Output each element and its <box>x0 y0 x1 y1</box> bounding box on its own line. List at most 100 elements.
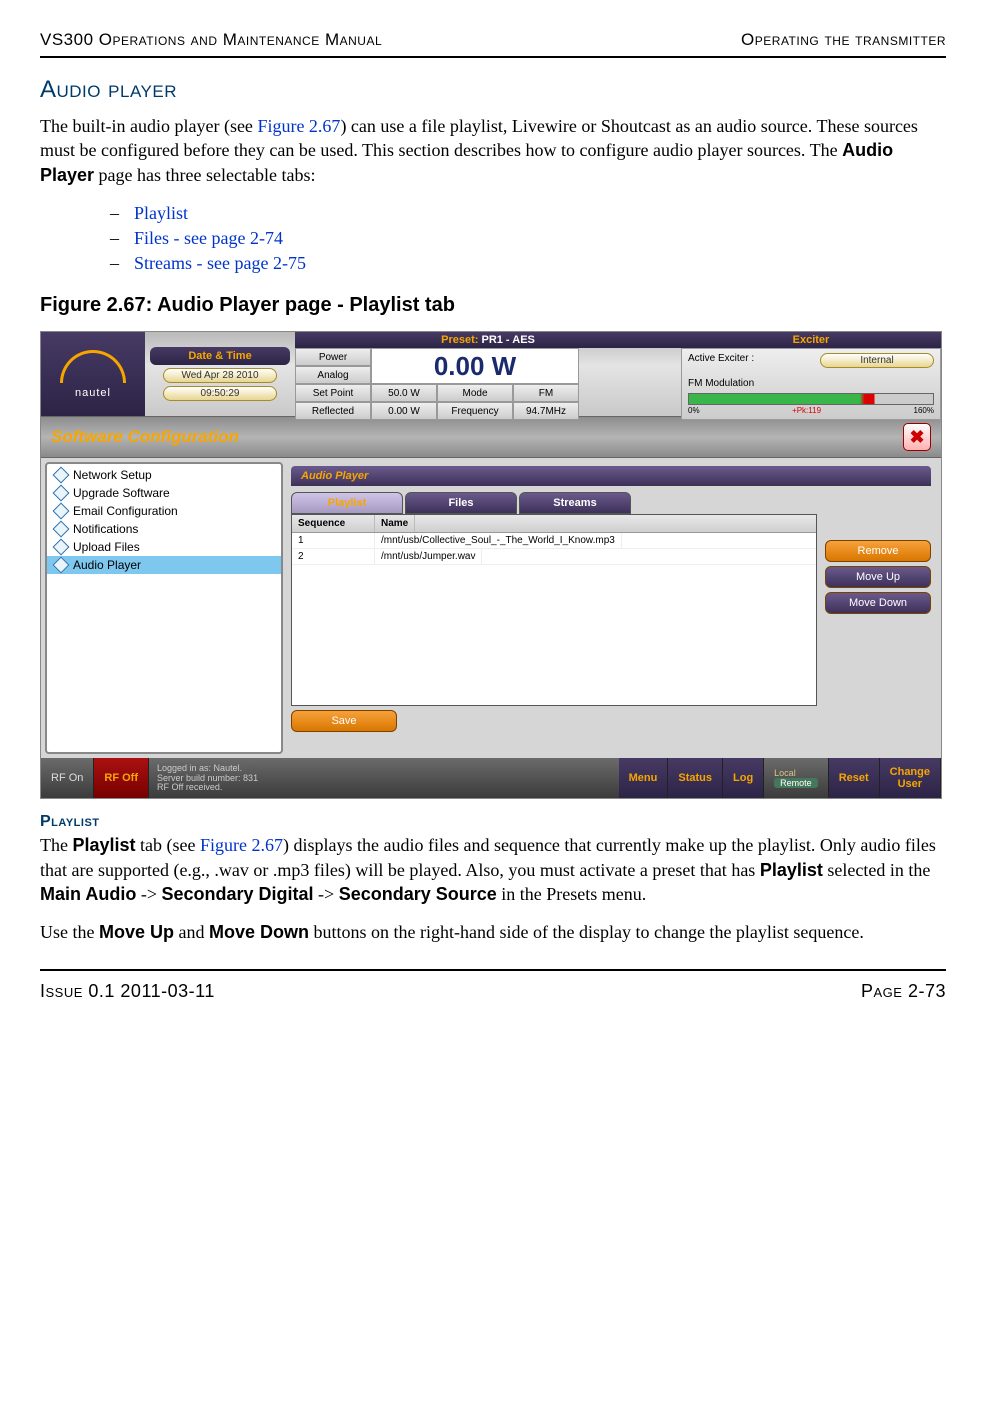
bold-text: Playlist <box>760 860 823 880</box>
bold-text: Move Up <box>99 922 174 942</box>
exciter-heading: Exciter <box>681 332 941 348</box>
text: buttons on the right-hand side of the di… <box>309 922 864 942</box>
change-user-button[interactable]: Change User <box>880 758 941 798</box>
list-link-streams[interactable]: Streams - see page 2-75 <box>134 251 306 276</box>
rf-off-button[interactable]: RF Off <box>94 758 149 798</box>
nav-email-config[interactable]: Email Configuration <box>47 502 281 520</box>
menu-button[interactable]: Menu <box>619 758 669 798</box>
playlist-table: Sequence Name 1 /mnt/usb/Collective_Soul… <box>291 514 817 706</box>
diamond-icon <box>53 557 70 574</box>
info-cell: Preset: PR1 - AES Power 0.00 W Analog Se… <box>295 332 681 416</box>
value-mode: FM <box>513 384 579 402</box>
intro-paragraph: The built-in audio player (see Figure 2.… <box>40 114 946 187</box>
rule-top <box>40 56 946 58</box>
exciter-body: Active Exciter : Internal FM Modulation … <box>681 348 941 420</box>
table-row[interactable]: 2 /mnt/usb/Jumper.wav <box>292 549 816 565</box>
label-reflected: Reflected <box>295 402 371 420</box>
nav-notifications[interactable]: Notifications <box>47 520 281 538</box>
tab-body: Sequence Name 1 /mnt/usb/Collective_Soul… <box>291 514 931 706</box>
nav-label: Upload Files <box>73 540 140 554</box>
list-link-playlist[interactable]: Playlist <box>134 201 188 226</box>
diamond-icon <box>53 467 70 484</box>
tab-list: –Playlist –Files - see page 2-74 –Stream… <box>110 201 946 277</box>
figure-ref-link[interactable]: Figure 2.67 <box>257 116 340 136</box>
exciter-cell: Exciter Active Exciter : Internal FM Mod… <box>681 332 941 416</box>
rf-on-button[interactable]: RF On <box>41 758 94 798</box>
bold-text: Secondary Source <box>339 884 497 904</box>
label-mode: Mode <box>437 384 513 402</box>
rule-bottom <box>40 969 946 971</box>
local-label: Local <box>774 768 818 778</box>
logo-arc-icon <box>60 350 126 383</box>
text: selected in the <box>823 860 930 880</box>
label-power: Power <box>295 348 371 366</box>
value-reflected: 0.00 W <box>371 402 437 420</box>
subsection-title: Playlist <box>40 813 946 831</box>
screenshot-figure: nautel Date & Time Wed Apr 28 2010 09:50… <box>40 331 942 799</box>
td-name: /mnt/usb/Jumper.wav <box>375 549 482 564</box>
text: tab (see <box>136 835 200 855</box>
figure-ref-link[interactable]: Figure 2.67 <box>200 835 283 855</box>
move-down-button[interactable]: Move Down <box>825 592 931 614</box>
label-frequency: Frequency <box>437 402 513 420</box>
tab-playlist[interactable]: Playlist <box>291 492 403 514</box>
bar-zero: 0% <box>688 406 700 415</box>
footer-right: Page 2-73 <box>861 981 946 1002</box>
internal-pill: Internal <box>820 353 934 368</box>
save-button[interactable]: Save <box>291 710 397 732</box>
remove-button[interactable]: Remove <box>825 540 931 562</box>
nav-label: Notifications <box>73 522 138 536</box>
nav-label: Audio Player <box>73 558 141 572</box>
logo: nautel <box>41 332 145 416</box>
date-pill: Wed Apr 28 2010 <box>163 368 277 383</box>
preset-heading: Preset: PR1 - AES <box>295 332 681 348</box>
td-name: /mnt/usb/Collective_Soul_-_The_World_I_K… <box>375 533 622 548</box>
top-bar: nautel Date & Time Wed Apr 28 2010 09:50… <box>41 332 941 416</box>
label-analog: Analog <box>295 366 371 384</box>
reset-button[interactable]: Reset <box>829 758 880 798</box>
move-paragraph: Use the Move Up and Move Down buttons on… <box>40 920 946 944</box>
date-time-cell: Date & Time Wed Apr 28 2010 09:50:29 <box>145 332 295 416</box>
bar-max: 160% <box>914 406 934 415</box>
text: and <box>174 922 209 942</box>
time-pill: 09:50:29 <box>163 386 277 401</box>
log-button[interactable]: Log <box>723 758 764 798</box>
bar-peak: +Pk:119 <box>792 406 821 415</box>
close-button[interactable]: ✖ <box>903 423 931 451</box>
tab-files[interactable]: Files <box>405 492 517 514</box>
header-left: VS300 Operations and Maintenance Manual <box>40 30 382 50</box>
nav-upgrade-software[interactable]: Upgrade Software <box>47 484 281 502</box>
local-remote-toggle[interactable]: Local Remote <box>764 758 829 798</box>
close-icon: ✖ <box>909 427 924 448</box>
status-button[interactable]: Status <box>668 758 723 798</box>
dash: – <box>110 226 134 251</box>
nav-network-setup[interactable]: Network Setup <box>47 466 281 484</box>
diamond-icon <box>53 521 70 538</box>
text: page has three selectable tabs: <box>94 165 315 185</box>
active-exciter-label: Active Exciter : <box>688 353 754 364</box>
header-right: Operating the transmitter <box>741 30 946 50</box>
section-banner: Software Configuration ✖ <box>41 416 941 458</box>
left-nav: Network Setup Upgrade Software Email Con… <box>45 462 283 754</box>
text: -> <box>314 884 339 904</box>
nav-upload-files[interactable]: Upload Files <box>47 538 281 556</box>
date-time-heading: Date & Time <box>150 347 290 365</box>
td-seq: 1 <box>292 533 375 548</box>
bottom-bar: RF On RF Off Logged in as: Nautel. Serve… <box>41 758 941 798</box>
tab-streams[interactable]: Streams <box>519 492 631 514</box>
footer-left: Issue 0.1 2011-03-11 <box>40 981 215 1002</box>
diamond-icon <box>53 503 70 520</box>
status-info: Logged in as: Nautel. Server build numbe… <box>149 758 619 798</box>
bold-text: Main Audio <box>40 884 136 904</box>
dash: – <box>110 201 134 226</box>
banner-title: Software Configuration <box>51 427 239 447</box>
list-link-files[interactable]: Files - see page 2-74 <box>134 226 283 251</box>
nav-audio-player[interactable]: Audio Player <box>47 556 281 574</box>
info-grid: Power 0.00 W Analog Set Point 50.0 W Mod… <box>295 348 681 420</box>
text: The built-in audio player (see <box>40 116 257 136</box>
table-row[interactable]: 1 /mnt/usb/Collective_Soul_-_The_World_I… <box>292 533 816 549</box>
bold-text: Secondary Digital <box>161 884 313 904</box>
tabs: Playlist Files Streams <box>291 492 931 514</box>
move-up-button[interactable]: Move Up <box>825 566 931 588</box>
text: Use the <box>40 922 99 942</box>
